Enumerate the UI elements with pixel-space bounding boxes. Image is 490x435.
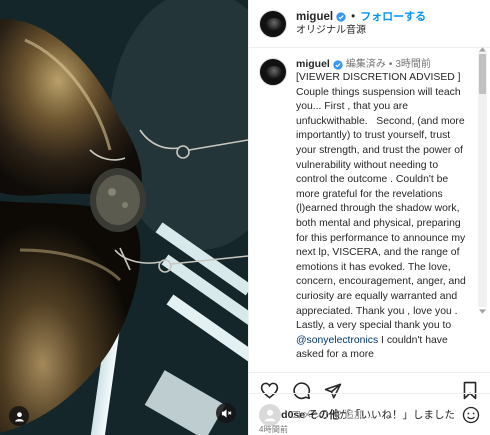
smile-icon[interactable] bbox=[462, 406, 480, 424]
meta-separator: • bbox=[388, 59, 393, 70]
mute-button[interactable] bbox=[216, 403, 236, 423]
comments-area[interactable]: miguel 編集済み • 3時間前 [VIEWER DISCRETION AD… bbox=[249, 48, 490, 372]
caption-body: [VIEWER DISCRETION ADVISED ] Couple thin… bbox=[296, 72, 466, 332]
speaker-muted-icon bbox=[221, 408, 231, 418]
verified-badge-icon bbox=[336, 11, 346, 22]
scrollbar[interactable] bbox=[478, 52, 487, 307]
follow-button[interactable]: フォローする bbox=[360, 10, 426, 24]
tagged-users-button[interactable] bbox=[9, 406, 29, 426]
post-media[interactable] bbox=[0, 0, 248, 435]
separator-dot: • bbox=[351, 10, 356, 23]
audio-link[interactable]: オリジナル音源 bbox=[296, 24, 426, 38]
verified-badge-icon bbox=[333, 59, 343, 70]
user-icon bbox=[14, 411, 24, 422]
media-image bbox=[0, 0, 248, 435]
post-header: miguel • フォローする オリジナル音源 bbox=[249, 0, 490, 48]
comment-input[interactable] bbox=[291, 408, 441, 421]
caption-avatar[interactable] bbox=[259, 58, 287, 86]
caption: miguel 編集済み • 3時間前 [VIEWER DISCRETION AD… bbox=[259, 58, 468, 363]
caption-username[interactable]: miguel bbox=[296, 58, 330, 71]
scrollbar-thumb[interactable] bbox=[479, 54, 486, 94]
edited-label: 編集済み bbox=[345, 59, 386, 70]
scroll-down-arrow-icon[interactable] bbox=[479, 309, 486, 315]
caption-text: [VIEWER DISCRETION ADVISED ] Couple thin… bbox=[296, 71, 468, 363]
mention-link[interactable]: @sonyelectronics bbox=[296, 335, 378, 346]
caption-time[interactable]: 3時間前 bbox=[395, 58, 431, 71]
user-icon bbox=[264, 409, 276, 421]
post-side-panel: miguel • フォローする オリジナル音源 miguel 編集済み • 3時… bbox=[248, 0, 490, 435]
avatar[interactable] bbox=[259, 9, 287, 38]
commenter-avatar bbox=[259, 403, 281, 426]
add-comment-bar bbox=[249, 393, 490, 435]
header-username[interactable]: miguel bbox=[296, 10, 333, 24]
